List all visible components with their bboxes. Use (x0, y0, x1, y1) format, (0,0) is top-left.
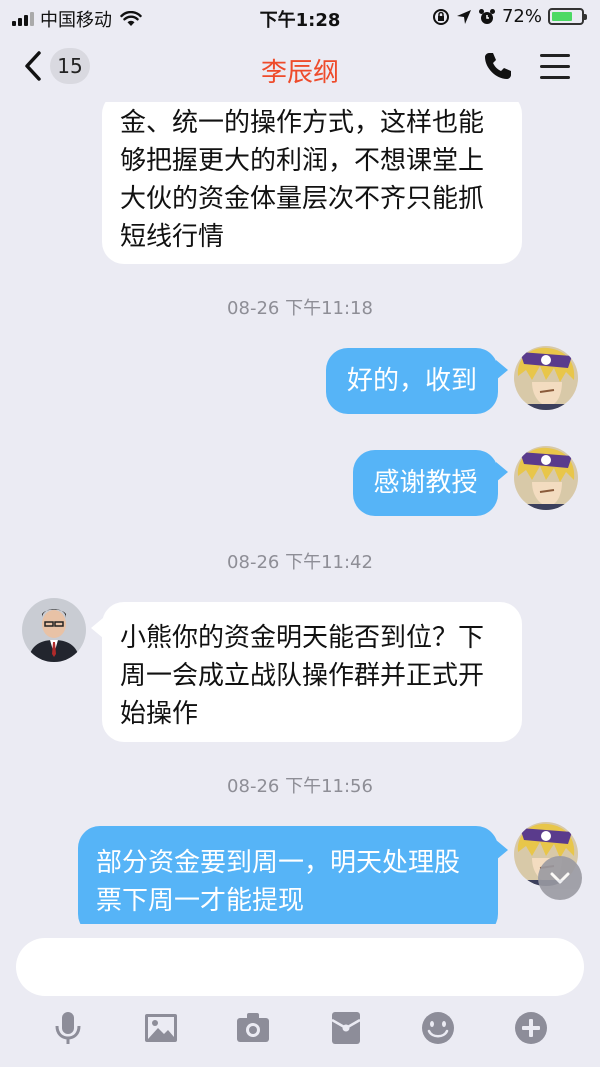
menu-button[interactable] (540, 54, 570, 80)
message-line: 始操作 (120, 699, 199, 729)
alarm-icon (478, 8, 495, 24)
phone-call-icon[interactable] (482, 50, 514, 82)
input-bar (0, 924, 600, 1067)
message-line: 够把握更大的利润，不想课堂上 (120, 146, 485, 176)
location-icon (456, 9, 471, 24)
message-timestamp: 08-26 下午11:56 (227, 776, 373, 797)
status-bar: 中国移动 下午1:28 72% (0, 0, 600, 34)
status-right: 72% (432, 6, 587, 27)
message-line: 金、统一的操作方式，这样也能 (120, 108, 485, 138)
message-line: 大伙的资金体量层次不齐只能抓 (120, 184, 485, 214)
battery-icon (548, 8, 587, 25)
plus-icon[interactable] (513, 1010, 549, 1046)
emoji-icon[interactable] (420, 1010, 456, 1046)
incoming-message-bubble[interactable]: 金、统一的操作方式，这样也能 够把握更大的利润，不想课堂上 大伙的资金体量层次不… (102, 102, 522, 264)
outgoing-message-bubble[interactable]: 感谢教授 (353, 450, 498, 516)
image-icon[interactable] (143, 1010, 179, 1046)
anime-avatar-image (514, 346, 578, 410)
anime-avatar-image (514, 446, 578, 510)
message-text: 好的，收到 (346, 366, 477, 396)
camera-icon[interactable] (235, 1010, 271, 1046)
message-line: 票下周一才能提现 (96, 886, 305, 916)
message-input[interactable] (16, 938, 584, 996)
chevron-down-icon (550, 872, 570, 884)
message-line: 小熊你的资金明天能否到位？下 (120, 623, 485, 653)
red-packet-icon[interactable] (328, 1010, 364, 1046)
message-timestamp: 08-26 下午11:18 (227, 298, 373, 319)
outgoing-message-bubble[interactable]: 好的，收到 (326, 348, 498, 414)
microphone-icon[interactable] (50, 1010, 86, 1046)
input-toolbar (0, 1010, 600, 1050)
message-list[interactable]: 金、统一的操作方式，这样也能 够把握更大的利润，不想课堂上 大伙的资金体量层次不… (0, 102, 600, 924)
user-avatar[interactable] (514, 446, 578, 510)
message-line: 短线行情 (120, 222, 225, 252)
bubble-tail (496, 360, 508, 380)
bubble-tail (496, 840, 508, 860)
orientation-lock-icon (432, 8, 449, 25)
incoming-message-bubble[interactable]: 小熊你的资金明天能否到位？下 周一会成立战队操作群并正式开 始操作 (102, 602, 522, 742)
message-timestamp: 08-26 下午11:42 (227, 552, 373, 573)
message-line: 周一会成立战队操作群并正式开 (120, 661, 485, 691)
chat-header: 15 李辰纲 (0, 34, 600, 102)
user-avatar[interactable] (514, 346, 578, 410)
contact-avatar[interactable] (22, 598, 86, 662)
message-text: 感谢教授 (373, 468, 478, 498)
outgoing-message-bubble[interactable]: 部分资金要到周一，明天处理股 票下周一才能提现 (78, 826, 498, 924)
bubble-tail (496, 462, 508, 482)
message-line: 部分资金要到周一，明天处理股 (96, 848, 461, 878)
battery-percent: 72% (501, 6, 542, 27)
scroll-to-bottom-button[interactable] (538, 856, 582, 900)
contact-photo-image (22, 598, 86, 662)
